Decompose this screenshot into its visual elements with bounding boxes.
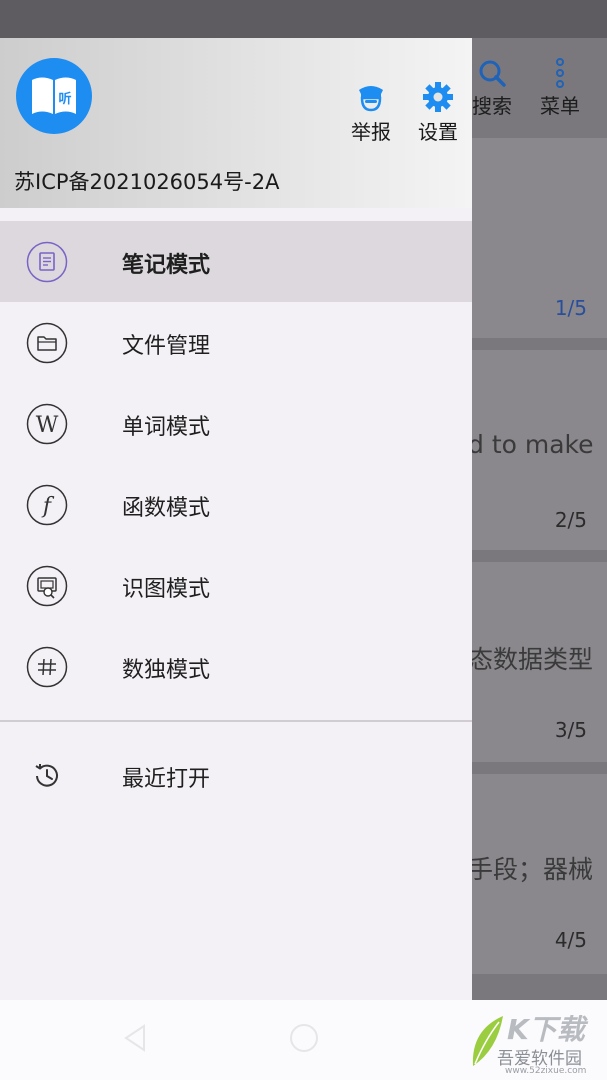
menu-divider: [0, 720, 472, 722]
app-logo: 听: [16, 58, 92, 134]
menu-item-function-mode[interactable]: f 函数模式: [0, 464, 472, 545]
navigation-drawer: 听 举报 设置 苏ICP备2021026054号-2A 笔记模式 文件管理 W …: [0, 38, 472, 1000]
bg-search-label: 搜索: [472, 94, 512, 118]
bg-card-counter: 4/5: [554, 928, 587, 952]
menu-item-label: 笔记模式: [122, 253, 211, 278]
gear-icon: [423, 82, 453, 112]
report-label: 举报: [351, 120, 391, 144]
police-officer-icon: [359, 86, 383, 112]
bg-card-counter: 2/5: [554, 508, 587, 532]
icp-license-text: 苏ICP备2021026054号-2A: [14, 170, 280, 194]
home-icon[interactable]: [288, 1022, 320, 1054]
sudoku-grid-icon: [26, 646, 68, 688]
settings-label: 设置: [418, 120, 458, 144]
bg-card-counter: 1/5: [554, 296, 587, 320]
watermark-url: www.52zixue.com: [505, 1066, 587, 1076]
menu-item-image-recognition-mode[interactable]: 识图模式: [0, 545, 472, 626]
menu-item-word-mode[interactable]: W 单词模式: [0, 383, 472, 464]
menu-item-sudoku-mode[interactable]: 数独模式: [0, 626, 472, 707]
menu-item-label: 识图模式: [122, 577, 211, 602]
menu-item-label: 函数模式: [122, 496, 211, 521]
bg-card-text: 手段；器械: [468, 855, 594, 884]
image-recognition-icon: [26, 565, 68, 607]
bg-card: 手段；器械 4/5: [450, 774, 607, 974]
folder-icon: [26, 322, 68, 364]
watermark-brand: K下载: [507, 1013, 585, 1046]
drawer-header: 听 举报 设置 苏ICP备2021026054号-2A: [0, 38, 472, 208]
bg-card: 1/5: [450, 138, 607, 338]
bg-card-counter: 3/5: [554, 718, 587, 742]
settings-button[interactable]: 设置: [408, 80, 468, 145]
menu-item-note-mode[interactable]: 笔记模式: [0, 221, 472, 302]
report-button[interactable]: 举报: [341, 80, 401, 145]
svg-text:W: W: [36, 413, 59, 438]
word-w-icon: W: [26, 403, 68, 445]
function-f-icon: f: [26, 484, 68, 526]
watermark-logo: K下载 吾爱软件园 www.52zixue.com: [467, 1004, 599, 1080]
system-navigation-bar: K下载 吾爱软件园 www.52zixue.com: [0, 1000, 607, 1080]
history-icon: [35, 764, 58, 787]
note-icon: [26, 241, 68, 283]
book-icon: 听: [32, 77, 76, 114]
bg-card-text: 态数据类型: [468, 645, 594, 674]
menu-item-label: 最近打开: [122, 767, 211, 792]
svg-text:f: f: [41, 494, 55, 519]
menu-item-file-manager[interactable]: 文件管理: [0, 302, 472, 383]
menu-item-label: 文件管理: [122, 334, 211, 359]
bg-menu-label: 菜单: [540, 94, 580, 118]
menu-item-recent[interactable]: 最近打开: [0, 735, 472, 816]
bg-card-text: d to make: [468, 430, 594, 459]
bg-menu-button: 菜单: [530, 58, 590, 119]
bg-card: 态数据类型 3/5: [450, 562, 607, 762]
menu-item-label: 单词模式: [122, 415, 211, 440]
more-vertical-icon: [556, 58, 564, 88]
bg-card: d to make 2/5: [450, 350, 607, 550]
logo-text: 听: [58, 91, 71, 107]
menu-item-label: 数独模式: [122, 658, 211, 683]
status-bar: [0, 0, 607, 38]
back-icon[interactable]: [122, 1022, 148, 1054]
